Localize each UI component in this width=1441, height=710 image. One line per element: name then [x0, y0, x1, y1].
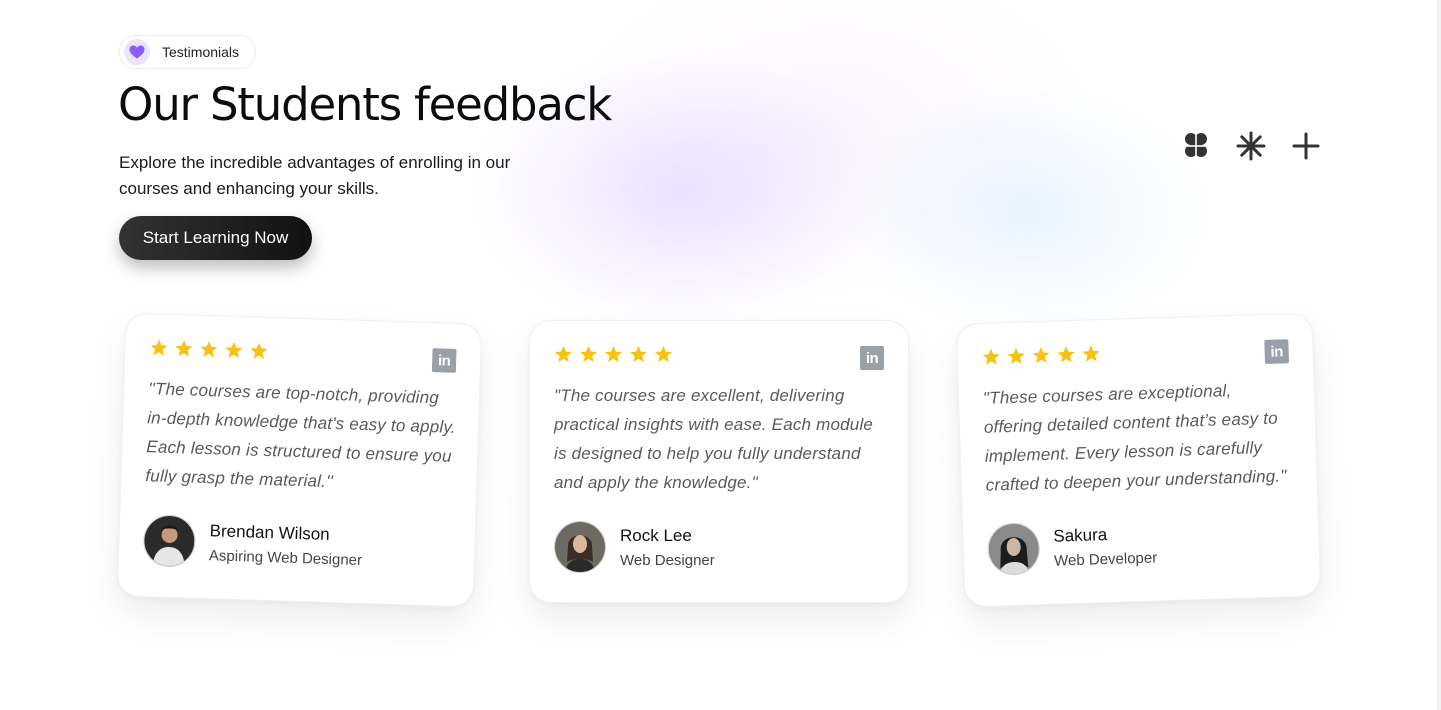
testimonial-card: in "These courses are exceptional, offer…: [955, 312, 1322, 608]
testimonial-author: Rock Lee Web Designer: [554, 521, 715, 573]
star-icon: [629, 345, 648, 363]
avatar: [142, 514, 197, 568]
testimonial-quote: "These courses are exceptional, offering…: [982, 381, 1287, 495]
star-rating: [981, 344, 1101, 367]
star-icon: [579, 345, 598, 363]
badge-label: Testimonials: [162, 44, 240, 60]
star-icon: [554, 345, 573, 363]
star-icon: [1007, 347, 1025, 365]
author-name: Sakura: [1053, 524, 1108, 546]
testimonial-quote: "The courses are excellent, delivering p…: [554, 386, 874, 492]
star-icon: [1057, 346, 1075, 363]
star-icon: [175, 340, 193, 357]
start-learning-button[interactable]: Start Learning Now: [119, 216, 312, 260]
avatar: [554, 521, 606, 573]
star-rating: [149, 338, 269, 361]
testimonial-card: in ''The courses are top-notch, providin…: [116, 312, 483, 608]
testimonials-badge: Testimonials: [119, 35, 257, 69]
star-icon: [225, 341, 243, 359]
star-icon: [1032, 346, 1050, 364]
linkedin-icon[interactable]: in: [860, 346, 884, 370]
scrollbar[interactable]: [1437, 0, 1441, 710]
star-icon: [150, 339, 168, 356]
asterisk-icon: [1236, 131, 1266, 161]
testimonial-quote: ''The courses are top-notch, providing i…: [145, 379, 457, 492]
avatar: [986, 522, 1041, 576]
linkedin-icon[interactable]: in: [431, 348, 457, 373]
testimonial-author: Brendan Wilson Aspiring Web Designer: [142, 514, 364, 573]
star-icon: [982, 348, 1000, 365]
testimonial-author: Sakura Web Developer: [986, 518, 1158, 576]
author-name: Rock Lee: [620, 525, 692, 545]
author-role: Aspiring Web Designer: [208, 546, 363, 569]
clover-icon: [1182, 132, 1210, 160]
star-icon: [1082, 345, 1100, 362]
plus-icon: [1292, 132, 1320, 160]
author-name: Brendan Wilson: [209, 520, 331, 544]
page-title: Our Students feedback: [118, 78, 612, 131]
testimonial-card: in "The courses are excellent, deliverin…: [529, 320, 909, 603]
author-role: Web Designer: [620, 551, 715, 569]
author-role: Web Developer: [1053, 548, 1158, 570]
linkedin-icon[interactable]: in: [1264, 339, 1290, 364]
heart-icon: [124, 39, 150, 65]
star-rating: [554, 345, 673, 364]
page-subtitle: Explore the incredible advantages of enr…: [119, 153, 511, 198]
star-icon: [654, 345, 673, 363]
star-icon: [604, 345, 623, 363]
star-icon: [200, 341, 218, 358]
star-icon: [250, 342, 268, 359]
